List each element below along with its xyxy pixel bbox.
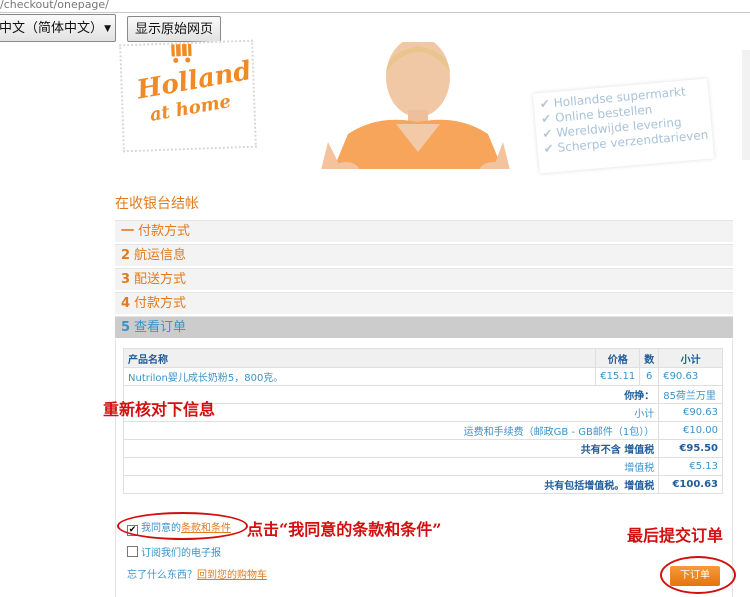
table-header-row: 产品名称 价格 数 小计 (124, 349, 723, 368)
total-excl-vat-value: €95.50 (659, 440, 723, 458)
check-icon: ✔ (539, 96, 550, 111)
step-payment-method[interactable]: 一付款方式 (115, 220, 733, 242)
banner-person-image (288, 42, 538, 182)
annotation-verify: 重新核对下信息 (103, 396, 215, 420)
col-price: 价格 (596, 349, 640, 368)
highlight-ring-agree (117, 512, 248, 540)
annotation-click-agree: 点击“我同意的条款和条件” (247, 516, 441, 540)
check-icon: ✔ (540, 111, 551, 126)
grand-total-label: 共有包括增值税。增值税 (124, 476, 659, 494)
step-review-order[interactable]: 5查看订单 (115, 316, 733, 338)
step-shipping-info[interactable]: 2航运信息 (115, 244, 733, 266)
table-row: 共有包括增值税。增值税 €100.63 (124, 476, 723, 494)
subtotal-value: €90.63 (659, 404, 723, 422)
shipping-label: 运费和手续费（邮政GB - GB邮件（1包）） (124, 422, 659, 440)
vat-label: 增值税 (124, 458, 659, 476)
forgot-prefix: 忘了什么东西？ (127, 570, 197, 581)
forgot-row: 忘了什么东西？回到您的购物车 (127, 566, 267, 581)
col-product-name: 产品名称 (124, 349, 596, 368)
annotation-submit: 最后提交订单 (627, 522, 723, 546)
newsletter-checkbox[interactable] (127, 546, 138, 557)
shipping-value: €10.00 (659, 422, 723, 440)
newsletter-label: 订阅我们的电子报 (141, 548, 221, 559)
savings-value: 85荷兰万里 (659, 386, 723, 404)
order-review-table: 产品名称 价格 数 小计 Nutrilon婴儿成长奶粉5，800克。 €15.1… (123, 348, 723, 494)
newsletter-row: 订阅我们的电子报 (127, 544, 221, 559)
col-subtotal: 小计 (659, 349, 723, 368)
step-payment-method-2[interactable]: 4付款方式 (115, 292, 733, 314)
features-card: ✔Hollandse supermarkt ✔Online bestellen … (533, 79, 714, 174)
item-price: €15.11 (596, 368, 640, 386)
total-excl-vat-label: 共有不含 增值税 (124, 440, 659, 458)
item-qty: 6 (640, 368, 659, 386)
back-to-cart-link[interactable]: 回到您的购物车 (197, 570, 267, 581)
col-qty: 数 (640, 349, 659, 368)
language-select-value: 中文（简体中文） (0, 21, 103, 36)
table-row: 运费和手续费（邮政GB - GB邮件（1包）） €10.00 (124, 422, 723, 440)
highlight-ring-submit (660, 556, 736, 594)
holland-at-home-logo[interactable]: Holland at home (119, 40, 257, 153)
vat-value: €5.13 (659, 458, 723, 476)
show-original-button[interactable]: 显示原始网页 (127, 16, 221, 42)
address-bar[interactable]: /checkout/onepage/ (0, 0, 750, 13)
chevron-down-icon: ▼ (104, 15, 111, 42)
page-title: 在收银台结帐 (115, 193, 199, 213)
table-row: 共有不含 增值税 €95.50 (124, 440, 723, 458)
side-edge (742, 50, 750, 160)
item-name: Nutrilon婴儿成长奶粉5，800克。 (124, 368, 596, 386)
check-icon: ✔ (543, 141, 554, 156)
item-subtotal: €90.63 (659, 368, 723, 386)
grand-total-value: €100.63 (659, 476, 723, 494)
step-delivery-method[interactable]: 3配送方式 (115, 268, 733, 290)
cart-icon (166, 42, 197, 65)
check-icon: ✔ (542, 126, 553, 141)
table-row: Nutrilon婴儿成长奶粉5，800克。 €15.11 6 €90.63 (124, 368, 723, 386)
language-select[interactable]: 中文（简体中文） ▼ (0, 14, 116, 42)
table-row: 增值税 €5.13 (124, 458, 723, 476)
